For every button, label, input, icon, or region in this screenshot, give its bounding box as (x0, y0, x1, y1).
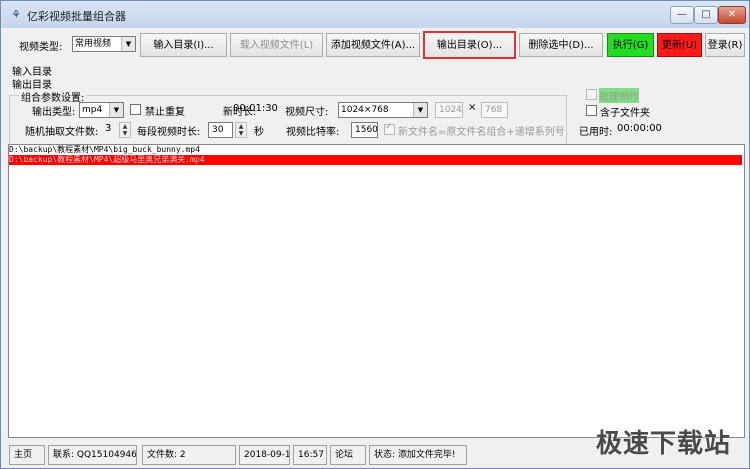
no-repeat-checkbox[interactable] (130, 104, 141, 115)
execute-button[interactable]: 执行(G) (607, 33, 654, 57)
params-group-title: 组合参数设置: (19, 89, 87, 104)
chevron-down-icon: ▼ (109, 103, 123, 117)
random-count-label: 随机抽取文件数: (25, 127, 99, 138)
file-list[interactable]: D:\backup\教程素材\MP4\big_buck_bunny.mp4 D:… (8, 144, 745, 438)
maximize-button[interactable]: □ (694, 6, 718, 24)
output-type-value: mp4 (82, 105, 103, 115)
login-button[interactable]: 登录(R) (705, 33, 745, 57)
close-button[interactable]: ✕ (718, 6, 746, 24)
video-size-label: 视频尺寸: (285, 107, 329, 118)
new-filename-checkbox[interactable] (384, 122, 395, 135)
status-file-count: 文件数: 2 (142, 445, 236, 465)
no-repeat-label: 禁止重复 (145, 107, 185, 118)
input-dir-button[interactable]: 输入目录(I)... (140, 33, 227, 57)
status-date: 2018-09-10 (239, 445, 290, 465)
status-home[interactable]: 主页 (9, 445, 45, 465)
status-message: 状态: 添加文件完毕! (369, 445, 467, 465)
random-count-spinner[interactable]: ▲ ▼ (119, 122, 131, 138)
list-item[interactable]: D:\backup\教程素材\MP4\超级马里奥兄弟满关.mp4 (9, 155, 742, 165)
app-window: ⚘ 亿彩视频批量组合器 — □ ✕ 视频类型: 常用视频 ▼ 输入目录(I)..… (0, 0, 750, 469)
segment-duration-spinner[interactable]: ▲ ▼ (235, 122, 247, 138)
title-bar: ⚘ 亿彩视频批量组合器 — □ ✕ (1, 1, 749, 28)
status-forum[interactable]: 论坛 (330, 445, 366, 465)
watermark: 极速下载站 (595, 429, 731, 459)
chevron-down-icon: ▼ (413, 103, 427, 117)
app-logo-icon: ⚘ (11, 8, 21, 21)
video-type-label: 视频类型: (19, 42, 63, 53)
new-filename-label: 新文件名=原文件名组合+递增系列号 (398, 127, 565, 138)
video-type-select[interactable]: 常用视频 ▼ (72, 36, 136, 52)
status-contact[interactable]: 联系: QQ15104946 (48, 445, 137, 465)
bitrate-input[interactable]: 1560 (351, 122, 378, 138)
bitrate-label: 视频比特率: (286, 127, 340, 138)
segment-duration-label: 每段视频时长: (137, 127, 201, 138)
batch-label: 批理制作 (599, 88, 639, 103)
list-item[interactable]: D:\backup\教程素材\MP4\big_buck_bunny.mp4 (9, 145, 742, 155)
chevron-down-icon: ▼ (121, 37, 135, 51)
output-dir-button[interactable]: 输出目录(O)... (423, 31, 516, 59)
new-duration-value: 00:01:30 (233, 103, 278, 114)
random-count-value: 3 (105, 123, 112, 134)
batch-checkbox[interactable] (586, 89, 597, 100)
elapsed-label: 已用时: (579, 127, 613, 138)
video-type-value: 常用视频 (75, 39, 112, 49)
times-sign: × (468, 102, 477, 113)
segment-duration-input[interactable]: 30 (208, 122, 233, 138)
elapsed-value: 00:00:00 (617, 123, 662, 134)
subfolder-checkbox[interactable] (586, 105, 597, 116)
load-video-button[interactable]: 载入视频文件(L) (230, 33, 323, 57)
toolbar: 视频类型: 常用视频 ▼ 输入目录(I)... 载入视频文件(L) 添加视频文件… (1, 28, 749, 62)
output-type-label: 输出类型: (32, 107, 76, 118)
window-title: 亿彩视频批量组合器 (27, 10, 126, 23)
video-size-value: 1024×768 (341, 105, 389, 115)
subfolder-label: 含子文件夹 (600, 108, 650, 119)
height-input[interactable]: 768 (481, 102, 508, 118)
segment-unit: 秒 (254, 127, 264, 138)
status-time: 16:57 (293, 445, 327, 465)
width-input[interactable]: 1024 (435, 102, 463, 118)
delete-selected-button[interactable]: 删除选中(D)... (519, 33, 603, 57)
minimize-button[interactable]: — (670, 6, 694, 24)
output-type-select[interactable]: mp4 ▼ (79, 102, 124, 118)
video-size-select[interactable]: 1024×768 ▼ (338, 102, 428, 118)
update-button[interactable]: 更新(U) (657, 33, 702, 57)
add-video-button[interactable]: 添加视频文件(A)... (326, 33, 420, 57)
